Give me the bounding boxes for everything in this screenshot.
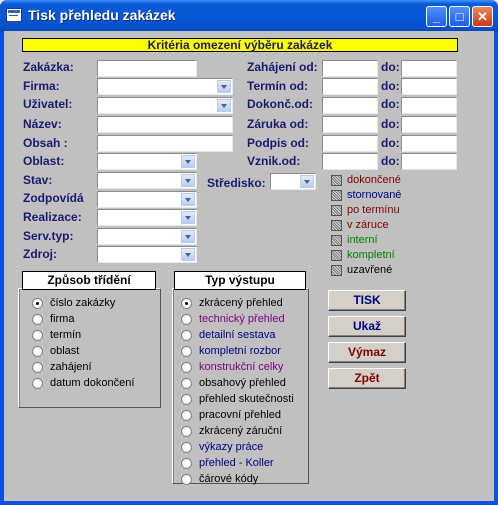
- radio-icon[interactable]: [32, 346, 43, 357]
- chevron-down-icon[interactable]: [181, 248, 195, 261]
- dokonc-do-input[interactable]: [401, 97, 457, 114]
- label-podpis-od: Podpis od:: [247, 136, 309, 150]
- label-stredisko: Středisko:: [207, 176, 266, 190]
- uzivatel-combo[interactable]: [97, 97, 233, 114]
- checkbox-icon[interactable]: [331, 220, 342, 231]
- radio-icon[interactable]: [32, 362, 43, 373]
- chevron-down-icon[interactable]: [217, 99, 231, 112]
- stredisko-combo[interactable]: [270, 173, 316, 190]
- vznik-do-input[interactable]: [401, 153, 457, 170]
- radio-icon[interactable]: [32, 298, 43, 309]
- chevron-down-icon[interactable]: [181, 174, 195, 187]
- checkbox-icon[interactable]: [331, 235, 342, 246]
- zaruka-do-input[interactable]: [401, 116, 457, 133]
- chevron-down-icon[interactable]: [181, 155, 195, 168]
- chevron-down-icon[interactable]: [181, 230, 195, 243]
- radio-icon[interactable]: [181, 378, 192, 389]
- serv-typ-combo[interactable]: [97, 228, 197, 245]
- nazev-input[interactable]: [97, 116, 233, 133]
- label-do: do:: [381, 60, 400, 74]
- label-oblast: Oblast:: [23, 154, 65, 168]
- label-uzivatel: Uživatel:: [23, 97, 73, 111]
- label-serv-typ: Serv.typ:: [23, 229, 74, 243]
- label-zahajeni-od: Zahájení od:: [247, 60, 318, 74]
- radio-icon[interactable]: [32, 378, 43, 389]
- label-do: do:: [381, 117, 400, 131]
- radio-icon[interactable]: [181, 298, 192, 309]
- tisk-button[interactable]: TISK: [328, 290, 406, 311]
- radio-icon[interactable]: [32, 330, 43, 341]
- termin-od-input[interactable]: [322, 78, 378, 95]
- realizace-combo[interactable]: [97, 209, 197, 226]
- zakazka-input[interactable]: [97, 60, 197, 77]
- title-bar[interactable]: Tisk přehledu zakázek _ □ ✕: [0, 0, 498, 32]
- label-zaruka-od: Záruka od:: [247, 117, 309, 131]
- vymaz-button[interactable]: Výmaz: [328, 342, 406, 363]
- label-stav: Stav:: [23, 173, 53, 187]
- zahajeni-do-input[interactable]: [401, 60, 457, 77]
- label-do: do:: [381, 154, 400, 168]
- sort-group-title: Způsob třídění: [22, 271, 156, 290]
- criteria-banner: Kritéria omezení výběru zakázek: [22, 38, 458, 52]
- label-termin-od: Termín od:: [247, 79, 309, 93]
- checkbox-icon[interactable]: [331, 205, 342, 216]
- maximize-button[interactable]: □: [449, 6, 470, 27]
- label-zdroj: Zdroj:: [23, 247, 57, 261]
- label-dokonc-od: Dokonč.od:: [247, 97, 313, 111]
- window: Tisk přehledu zakázek _ □ ✕ Kritéria ome…: [0, 0, 498, 505]
- radio-icon[interactable]: [181, 442, 192, 453]
- zpet-button[interactable]: Zpět: [328, 368, 406, 389]
- radio-icon[interactable]: [181, 458, 192, 469]
- oblast-combo[interactable]: [97, 153, 197, 170]
- label-realizace: Realizace:: [23, 210, 82, 224]
- radio-icon[interactable]: [181, 314, 192, 325]
- checkbox-icon[interactable]: [331, 175, 342, 186]
- label-obsah: Obsah :: [23, 136, 68, 150]
- firma-combo[interactable]: [97, 78, 233, 95]
- radio-icon[interactable]: [181, 426, 192, 437]
- termin-do-input[interactable]: [401, 78, 457, 95]
- zahajeni-od-input[interactable]: [322, 60, 378, 77]
- podpis-do-input[interactable]: [401, 135, 457, 152]
- zaruka-od-input[interactable]: [322, 116, 378, 133]
- radio-icon[interactable]: [181, 394, 192, 405]
- radio-icon[interactable]: [181, 362, 192, 373]
- close-button[interactable]: ✕: [472, 6, 493, 27]
- radio-icon[interactable]: [181, 330, 192, 341]
- checkbox-icon[interactable]: [331, 190, 342, 201]
- label-do: do:: [381, 79, 400, 93]
- label-zodpovida: Zodpovídá: [23, 191, 84, 205]
- chevron-down-icon[interactable]: [181, 211, 195, 224]
- chevron-down-icon[interactable]: [300, 175, 314, 188]
- radio-icon[interactable]: [181, 410, 192, 421]
- minimize-button[interactable]: _: [426, 6, 447, 27]
- label-vznik-od: Vznik.od:: [247, 154, 301, 168]
- vznik-od-input[interactable]: [322, 153, 378, 170]
- label-nazev: Název:: [23, 117, 62, 131]
- ukaz-button[interactable]: Ukaž: [328, 316, 406, 337]
- form-area: Kritéria omezení výběru zakázek Zakázka:…: [4, 31, 494, 501]
- dokonc-od-input[interactable]: [322, 97, 378, 114]
- stav-combo[interactable]: [97, 172, 197, 189]
- checkbox-icon[interactable]: [331, 265, 342, 276]
- chevron-down-icon[interactable]: [217, 80, 231, 93]
- zodpovida-combo[interactable]: [97, 191, 197, 208]
- output-group-title: Typ výstupu: [174, 271, 306, 290]
- label-firma: Firma:: [23, 79, 60, 93]
- label-do: do:: [381, 97, 400, 111]
- label-zakazka: Zakázka:: [23, 60, 74, 74]
- zdroj-combo[interactable]: [97, 246, 197, 263]
- checkbox-icon[interactable]: [331, 250, 342, 261]
- radio-icon[interactable]: [181, 346, 192, 357]
- label-do: do:: [381, 136, 400, 150]
- podpis-od-input[interactable]: [322, 135, 378, 152]
- chevron-down-icon[interactable]: [181, 193, 195, 206]
- app-icon: [6, 8, 22, 22]
- radio-icon[interactable]: [181, 474, 192, 485]
- window-title: Tisk přehledu zakázek: [28, 7, 176, 23]
- radio-icon[interactable]: [32, 314, 43, 325]
- obsah-input[interactable]: [97, 135, 233, 152]
